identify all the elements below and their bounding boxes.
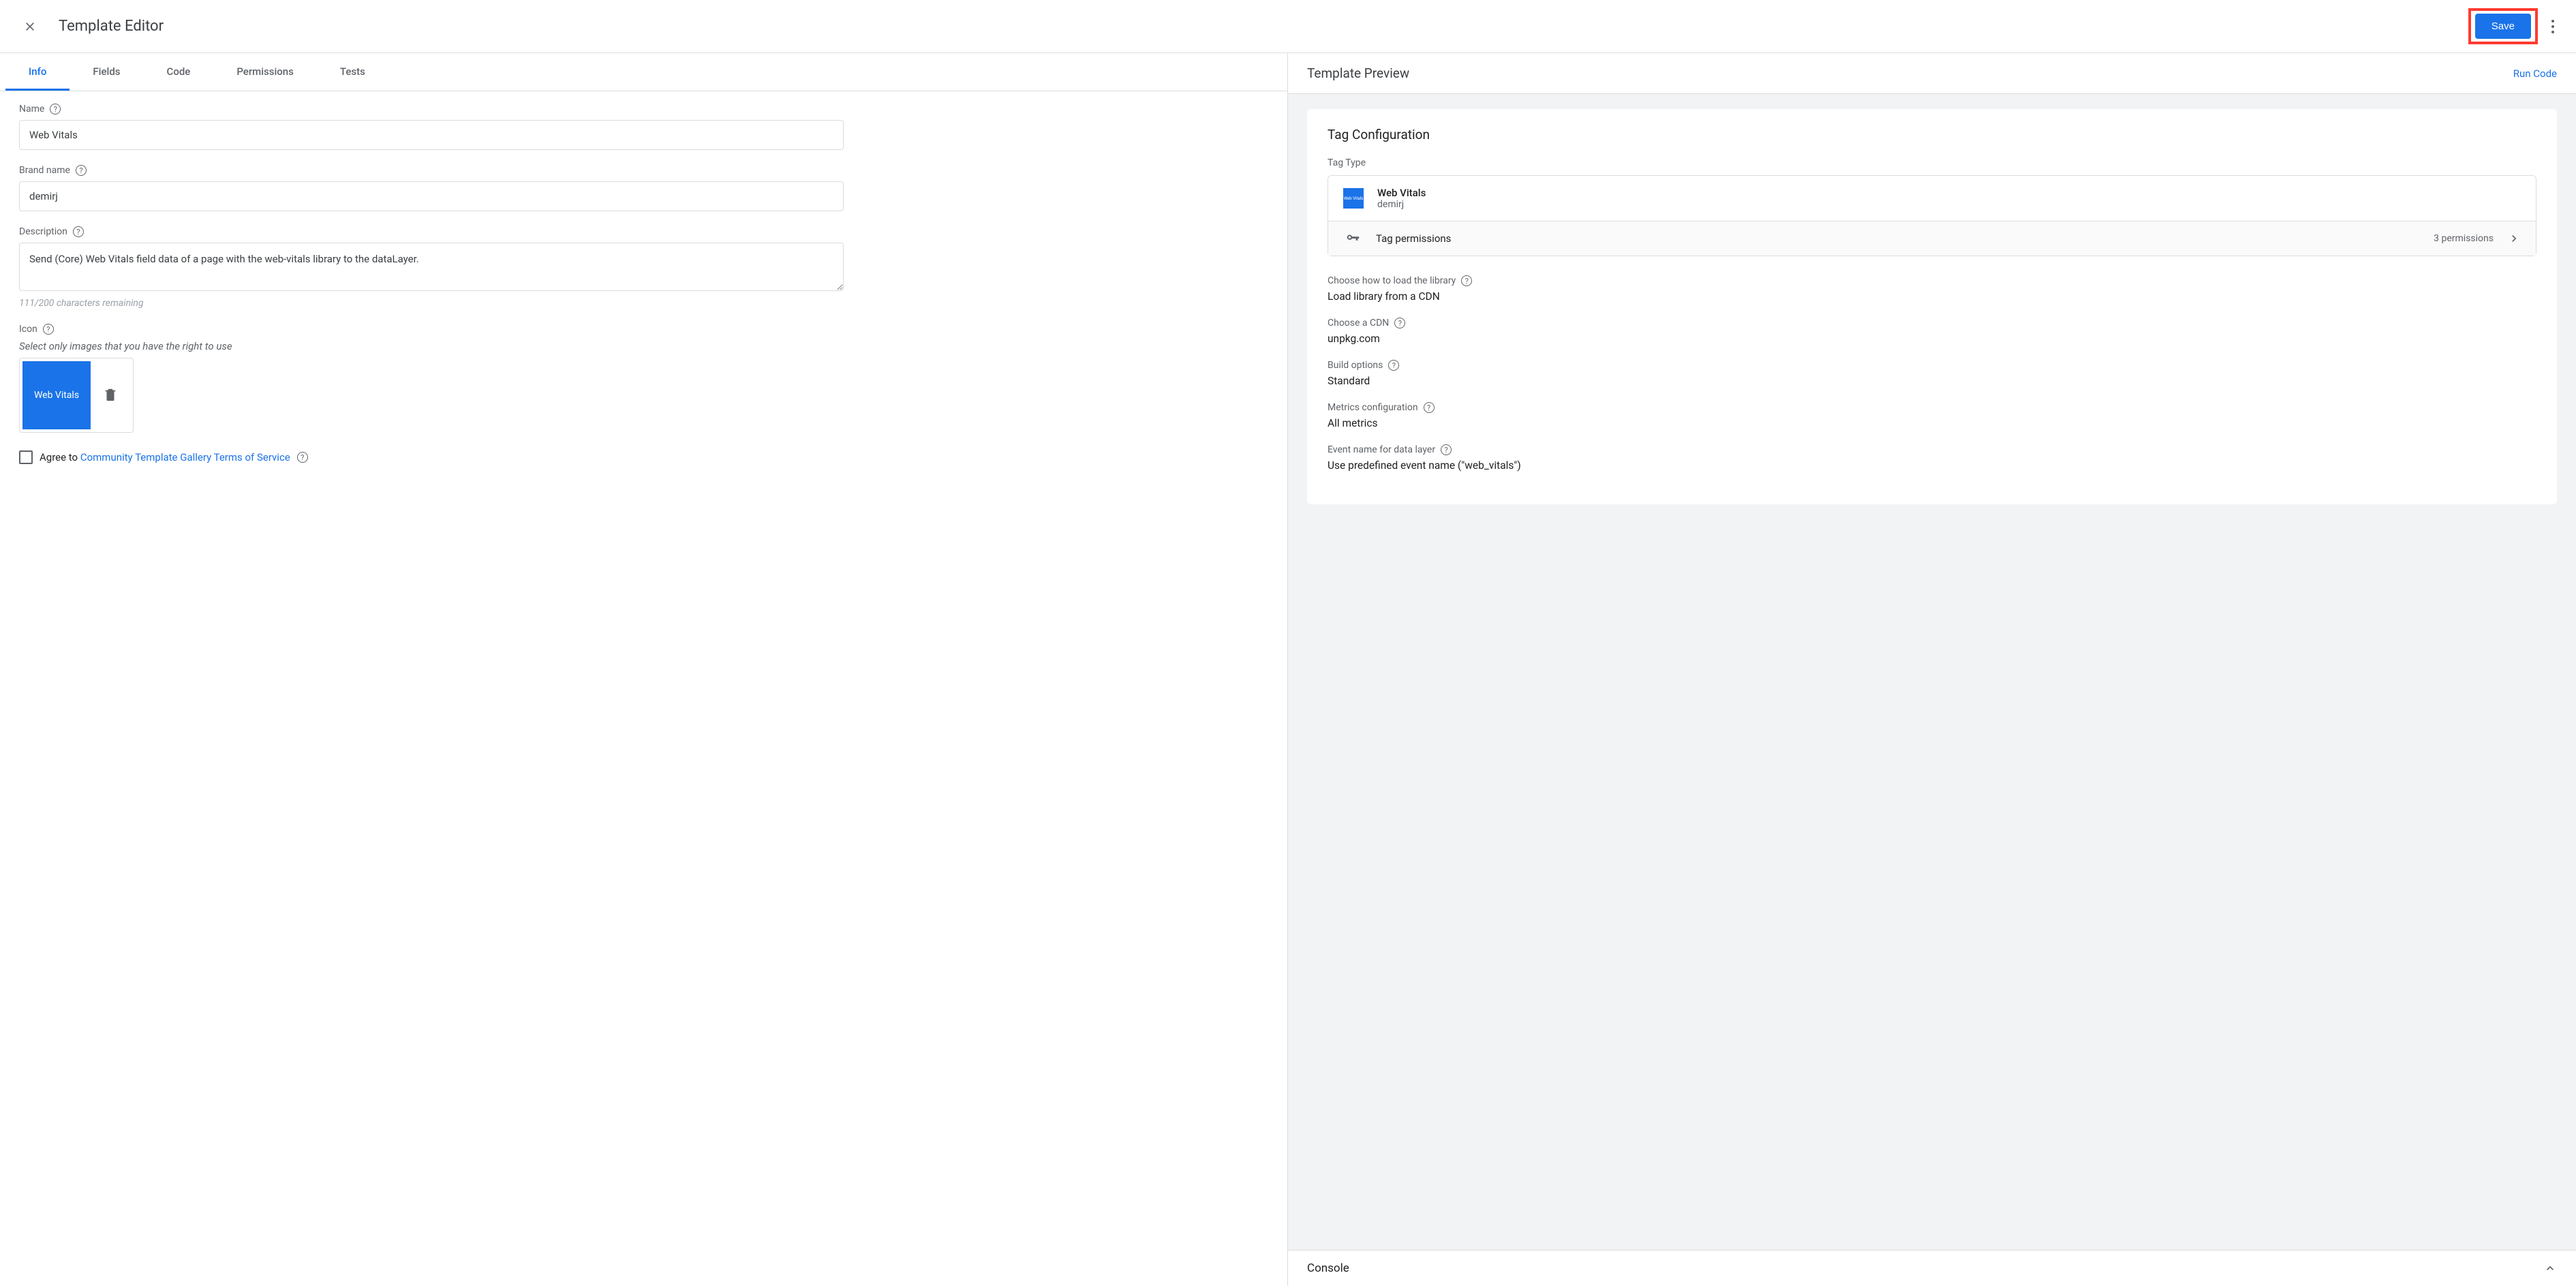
help-icon[interactable]: ? [76,165,87,176]
preview-field-value: Load library from a CDN [1328,290,2536,303]
preview-field: Event name for data layer? Use predefined… [1328,444,2536,472]
preview-field: Choose a CDN? unpkg.com [1328,318,2536,345]
help-icon[interactable]: ? [43,324,54,335]
editor-form-scroll[interactable]: Name ? Brand name ? Description ? [0,91,1287,1286]
preview-field: Choose how to load the library? Load libr… [1328,275,2536,303]
preview-field-value: All metrics [1328,417,2536,429]
tag-type-name: Web Vitals [1377,187,1426,199]
help-icon[interactable]: ? [1461,275,1472,286]
tag-config-card: Tag Configuration Tag Type Web Vitals We… [1307,109,2557,504]
header: Template Editor Save [0,0,2576,53]
tab-code[interactable]: Code [144,53,214,91]
editor-tabs: Info Fields Code Permissions Tests [0,53,1287,91]
preview-scroll[interactable]: Tag Configuration Tag Type Web Vitals We… [1288,94,2576,1250]
preview-field-label: Choose a CDN [1328,318,1389,328]
agree-text: Agree to Community Template Gallery Term… [40,451,290,463]
preview-field-label: Event name for data layer [1328,444,1435,455]
name-input[interactable] [19,120,844,150]
preview-field: Build options? Standard [1328,360,2536,387]
preview-field-label: Metrics configuration [1328,402,1418,413]
page-title: Template Editor [59,18,2468,35]
trash-icon[interactable] [103,387,119,403]
description-label: Description [19,226,67,237]
tab-tests[interactable]: Tests [317,53,388,91]
chevron-right-icon [2507,232,2521,245]
tab-permissions[interactable]: Permissions [213,53,317,91]
tag-type-box: Web Vitals Web Vitals demirj Tag permiss… [1328,175,2536,256]
preview-title: Template Preview [1307,65,1409,81]
icon-label: Icon [19,324,37,335]
tag-type-label: Tag Type [1328,157,2536,168]
more-menu-icon[interactable] [2539,13,2566,40]
help-icon[interactable]: ? [1394,318,1405,328]
help-icon[interactable]: ? [1388,360,1399,371]
preview-field-value: Use predefined event name ("web_vitals") [1328,459,2536,472]
agree-checkbox[interactable] [19,450,33,464]
preview-field-value: Standard [1328,375,2536,387]
tag-config-title: Tag Configuration [1328,127,2536,142]
terms-link[interactable]: Community Template Gallery Terms of Serv… [80,451,290,463]
preview-field: Metrics configuration? All metrics [1328,402,2536,429]
preview-field-label: Choose how to load the library [1328,275,1456,286]
icon-chip: Web Vitals [22,361,91,429]
icon-preview-card: Web Vitals [19,358,134,433]
help-icon[interactable]: ? [73,226,84,237]
tab-info[interactable]: Info [5,53,70,91]
tag-type-chip-icon: Web Vitals [1343,188,1364,209]
description-input[interactable] [19,243,844,291]
preview-field-label: Build options [1328,360,1383,371]
close-icon[interactable] [16,13,44,40]
key-icon [1343,231,1362,246]
save-highlight-box: Save [2468,8,2538,44]
help-icon[interactable]: ? [1441,444,1452,455]
save-button[interactable]: Save [2475,14,2531,39]
tag-permissions-count: 3 permissions [2434,233,2494,244]
agree-prefix: Agree to [40,451,80,463]
help-icon[interactable]: ? [50,104,61,114]
help-icon[interactable]: ? [297,452,308,463]
run-code-button[interactable]: Run Code [2513,67,2557,80]
console-label: Console [1307,1261,1349,1275]
tag-permissions-label: Tag permissions [1376,232,2420,245]
brand-label: Brand name [19,165,70,176]
icon-hint: Select only images that you have the rig… [19,340,1268,352]
description-char-count: 111/200 characters remaining [19,298,1268,309]
console-toggle[interactable]: Console [1288,1250,2576,1286]
tab-fields[interactable]: Fields [70,53,143,91]
chevron-up-icon [2543,1261,2557,1275]
preview-right-panel: Template Preview Run Code Tag Configurat… [1288,53,2576,1286]
editor-left-panel: Info Fields Code Permissions Tests Name … [0,53,1288,1286]
brand-input[interactable] [19,181,844,211]
tag-type-brand: demirj [1377,199,1426,210]
tag-permissions-row[interactable]: Tag permissions 3 permissions [1328,221,2536,256]
preview-field-value: unpkg.com [1328,333,2536,345]
help-icon[interactable]: ? [1424,402,1435,413]
name-label: Name [19,104,44,114]
tag-type-row: Web Vitals Web Vitals demirj [1328,176,2536,221]
